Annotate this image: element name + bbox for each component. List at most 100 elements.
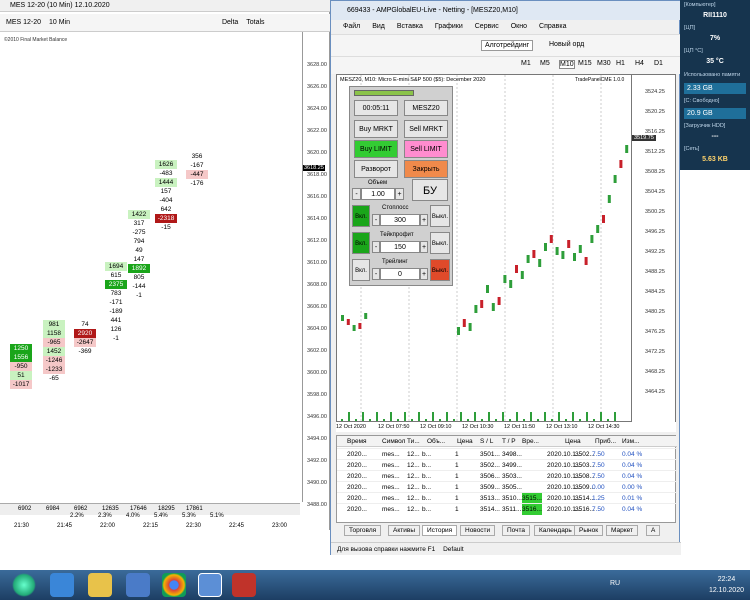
table-header-cell[interactable]: Приб... — [595, 436, 616, 447]
nt-interval-select[interactable]: 10 Min — [49, 19, 70, 26]
algo-trading-button[interactable]: Алготрейдинг — [481, 40, 534, 51]
table-cell: 3516... — [522, 504, 542, 515]
table-row[interactable]: 2020... mes... 12... b... 1 3513... 3510... 351… — [337, 492, 677, 504]
timeframe-m1[interactable]: M1 — [521, 60, 531, 67]
table-header-cell[interactable]: Цена — [457, 436, 473, 447]
stoploss-off-button[interactable]: Выкл. — [430, 205, 450, 227]
menu-item[interactable]: Окно — [511, 23, 527, 30]
sell-market-button[interactable]: Sell MRKT — [404, 120, 448, 138]
volume-minus[interactable]: - — [352, 188, 361, 200]
volume-pct: 4.0% — [126, 513, 140, 519]
trailing-label: Трейлинг — [382, 259, 408, 265]
trailing-input[interactable]: 0 — [380, 268, 420, 280]
table-header-cell[interactable]: Вре... — [522, 436, 539, 447]
start-button-icon[interactable] — [12, 573, 36, 597]
trailing-plus[interactable]: + — [420, 268, 428, 280]
stoploss-input[interactable]: 300 — [380, 214, 420, 226]
candle — [607, 195, 611, 203]
clock[interactable]: 22:24 12.10.2020 — [709, 574, 744, 596]
takeprofit-plus[interactable]: + — [420, 241, 428, 253]
table-header-cell[interactable]: Символ — [382, 436, 405, 447]
timeframe-h1[interactable]: H1 — [616, 60, 625, 67]
timeframe-h4[interactable]: H4 — [635, 60, 644, 67]
footprint-cell: 1694 — [105, 262, 127, 271]
candle — [573, 253, 576, 261]
media-icon[interactable] — [126, 573, 150, 597]
takeprofit-minus[interactable]: - — [372, 241, 380, 253]
candle — [474, 305, 478, 313]
table-header-cell[interactable]: T / P — [502, 436, 516, 447]
table-header-cell[interactable]: Объ... — [427, 436, 445, 447]
buy-market-button[interactable]: Buy MRKT — [354, 120, 398, 138]
volume-plus[interactable]: + — [395, 188, 404, 200]
nt-time-axis: 2.2% 2.3% 4.0% 5.4% 5.3% 5.1% 21:30 21:45 22:00 2… — [0, 513, 300, 529]
takeprofit-off-button[interactable]: Выкл. — [430, 232, 450, 254]
menu-item[interactable]: Графики — [435, 23, 463, 30]
reversal-button[interactable]: Разворот — [354, 160, 398, 178]
nt-chart[interactable]: 1250 1556 -950 51 -1017 981 1158 -965 1452 -1246-… — [0, 32, 300, 500]
close-button[interactable]: Закрыть — [404, 160, 448, 178]
table-header: Время Символ Ти... Объ... Цена S / L T / P Вре.… — [337, 436, 677, 447]
tab-9[interactable]: А — [646, 525, 661, 536]
timeframe-d1[interactable]: D1 — [654, 60, 663, 67]
candle — [515, 265, 518, 273]
takeprofit-input[interactable]: 150 — [380, 241, 420, 253]
time-tick: 21:45 — [57, 523, 73, 529]
menu-item[interactable]: Файл — [343, 23, 360, 30]
trailing-minus[interactable]: - — [372, 268, 380, 280]
explorer-icon[interactable] — [88, 573, 112, 597]
nt-totals-button[interactable]: Totals — [246, 19, 264, 26]
sell-limit-button[interactable]: Sell LIMIT — [404, 140, 448, 158]
table-header-cell[interactable]: Ти... — [407, 436, 420, 447]
table-header-cell[interactable]: Изм... — [622, 436, 640, 447]
timeframe-m15[interactable]: M15 — [578, 60, 592, 67]
tab-3[interactable]: История — [422, 525, 458, 536]
tab-8[interactable]: Маркет — [606, 525, 639, 536]
table-row[interactable]: 2020... mes... 12... b... 1 3514... 3511... 351… — [337, 503, 677, 515]
language-indicator[interactable]: RU — [610, 580, 620, 587]
menu-item[interactable]: Вид — [372, 23, 385, 30]
stoploss-minus[interactable]: - — [372, 214, 380, 226]
table-cell: 1 — [455, 506, 459, 513]
footprint-cell: 2375 — [105, 280, 127, 289]
table-row[interactable]: 2020... mes... 12... b... 1 3509... 3505... 202… — [337, 481, 677, 492]
stoploss-on-button[interactable]: Вкл. — [352, 205, 370, 227]
volume-input[interactable]: 1.00 — [361, 188, 395, 200]
breakeven-button[interactable]: БУ — [412, 179, 448, 201]
table-row[interactable]: 2020... mes... 12... b... 1 3502... 3499... 202… — [337, 459, 677, 470]
timeframe-m5[interactable]: M5 — [540, 60, 550, 67]
tab-2[interactable]: Активы — [388, 525, 420, 536]
terminal-history-table: Время Символ Ти... Объ... Цена S / L T / P Вре.… — [336, 435, 677, 523]
table-row[interactable]: 2020... mes... 12... b... 1 3506... 3503... 202… — [337, 470, 677, 481]
trailing-off-button[interactable]: Выкл. — [430, 259, 450, 281]
tab-7[interactable]: Рынок — [574, 525, 604, 536]
menu-item[interactable]: Сервис — [475, 23, 499, 30]
takeprofit-on-button[interactable]: Вкл. — [352, 232, 370, 254]
footprint-cell: -950 — [10, 362, 32, 371]
menu-item[interactable]: Вставка — [397, 23, 423, 30]
table-header-cell[interactable]: Время — [347, 436, 367, 447]
timeframe-m30[interactable]: M30 — [597, 60, 611, 67]
candle — [491, 303, 495, 311]
table-header-cell[interactable]: Цена — [565, 436, 581, 447]
ninjatrader-icon[interactable] — [232, 573, 256, 597]
footprint-cell: -176 — [190, 180, 204, 187]
metatrader-icon[interactable] — [198, 573, 222, 597]
timeframe-m10[interactable]: M10 — [559, 60, 575, 69]
tab-1[interactable]: Торговля — [344, 525, 382, 536]
stoploss-plus[interactable]: + — [420, 214, 428, 226]
new-order-button[interactable]: Новый орд — [546, 40, 587, 49]
nt-delta-button[interactable]: Delta — [222, 19, 238, 26]
ie-icon[interactable] — [50, 573, 74, 597]
buy-limit-button[interactable]: Buy LIMIT — [354, 140, 398, 158]
tab-5[interactable]: Почта — [502, 525, 531, 536]
table-header-cell[interactable]: S / L — [480, 436, 493, 447]
table-row[interactable]: 2020... mes... 12... b... 1 3501... 3498... 202… — [337, 448, 677, 459]
chrome-icon[interactable] — [162, 573, 186, 597]
tab-6[interactable]: Календарь — [534, 525, 577, 536]
tab-4[interactable]: Новости — [460, 525, 496, 536]
mt-price-tick: 3520.25 — [645, 109, 665, 115]
trailing-on-button[interactable]: Вкл. — [352, 259, 370, 281]
nt-instrument-select[interactable]: MES 12-20 — [6, 19, 41, 26]
menu-item[interactable]: Справка — [539, 23, 566, 30]
